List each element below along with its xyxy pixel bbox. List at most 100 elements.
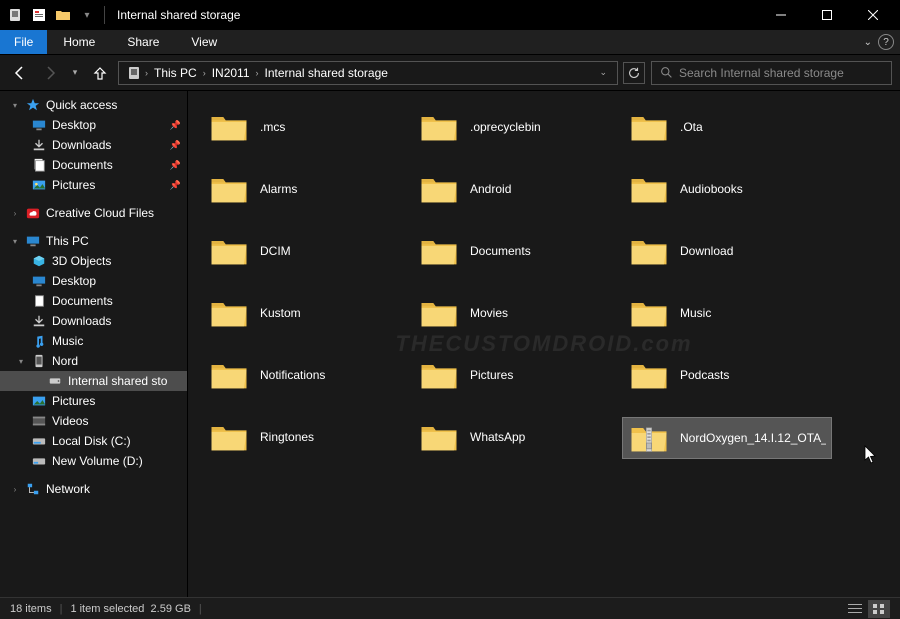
desktop-icon [30, 273, 48, 289]
item-label: .mcs [260, 120, 285, 135]
tab-share[interactable]: Share [111, 30, 175, 54]
documents-icon [30, 293, 48, 309]
folder-item[interactable]: Movies [412, 293, 622, 333]
sidebar-item-documents[interactable]: Documents📌 [0, 155, 187, 175]
sidebar-item-quick-access[interactable]: ▾Quick access [0, 95, 187, 115]
breadcrumb[interactable]: › This PC › IN2011 › Internal shared sto… [118, 61, 618, 85]
sidebar-item-documents-pc[interactable]: Documents [0, 291, 187, 311]
back-button[interactable] [8, 61, 32, 85]
sidebar-item-desktop-pc[interactable]: Desktop [0, 271, 187, 291]
sidebar-item-local-disk-c[interactable]: Local Disk (C:) [0, 431, 187, 451]
folder-item[interactable]: Documents [412, 231, 622, 271]
help-icon[interactable]: ? [878, 34, 894, 50]
item-label: .Ota [680, 120, 703, 135]
folder-icon [628, 295, 670, 331]
folder-icon [208, 171, 250, 207]
folder-item[interactable]: .oprecyclebin [412, 107, 622, 147]
folder-item[interactable]: Audiobooks [622, 169, 832, 209]
status-bar: 18 items | 1 item selected 2.59 GB | [0, 597, 900, 619]
tab-view[interactable]: View [175, 30, 233, 54]
sidebar-item-downloads[interactable]: Downloads📌 [0, 135, 187, 155]
pictures-icon [30, 177, 48, 193]
pin-icon: 📌 [170, 180, 181, 191]
breadcrumb-item[interactable]: IN2011 [208, 66, 254, 80]
tab-home[interactable]: Home [47, 30, 111, 54]
sidebar-item-desktop[interactable]: Desktop📌 [0, 115, 187, 135]
search-box[interactable] [651, 61, 892, 85]
search-input[interactable] [679, 66, 883, 80]
folder-item[interactable]: Ringtones [202, 417, 412, 457]
ribbon-tabs: File Home Share View ⌄ ? [0, 30, 900, 55]
ribbon-expand-icon[interactable]: ⌄ [864, 37, 872, 48]
item-label: Download [680, 244, 733, 259]
qat-dropdown-icon[interactable]: ▾ [76, 4, 98, 26]
item-label: Music [680, 306, 711, 321]
folder-item[interactable]: .mcs [202, 107, 412, 147]
sidebar-item-new-volume-d[interactable]: New Volume (D:) [0, 451, 187, 471]
close-button[interactable] [850, 0, 896, 30]
sidebar-item-3d-objects[interactable]: 3D Objects [0, 251, 187, 271]
file-list-pane[interactable]: THECUSTOMDROID.com .mcs.oprecyclebin.Ota… [188, 91, 900, 597]
chevron-right-icon[interactable]: › [145, 68, 148, 78]
sidebar-item-downloads-pc[interactable]: Downloads [0, 311, 187, 331]
recent-locations-button[interactable]: ▾ [68, 61, 82, 85]
breadcrumb-item[interactable]: Internal shared storage [261, 66, 392, 80]
item-label: Android [470, 182, 511, 197]
item-label: Ringtones [260, 430, 314, 445]
folder-item[interactable]: WhatsApp [412, 417, 622, 457]
sidebar-item-internal-storage[interactable]: Internal shared sto [0, 371, 187, 391]
item-label: Pictures [470, 368, 513, 383]
folder-item[interactable]: Download [622, 231, 832, 271]
sidebar-item-creative-cloud[interactable]: ›Creative Cloud Files [0, 203, 187, 223]
window-controls [758, 0, 896, 30]
folder-icon [418, 171, 460, 207]
chevron-right-icon[interactable]: › [256, 68, 259, 78]
item-label: Documents [470, 244, 531, 259]
folder-icon [418, 357, 460, 393]
item-label: Alarms [260, 182, 297, 197]
file-item[interactable]: NordOxygen_14.I.12_OTA_012_all_201221223… [622, 417, 832, 459]
folder-item[interactable]: Notifications [202, 355, 412, 395]
tab-file[interactable]: File [0, 30, 47, 54]
breadcrumb-item[interactable]: This PC [150, 66, 201, 80]
minimize-button[interactable] [758, 0, 804, 30]
sidebar-item-pictures-pc[interactable]: Pictures [0, 391, 187, 411]
properties-icon[interactable] [28, 4, 50, 26]
device-icon[interactable] [4, 4, 26, 26]
sidebar-item-videos[interactable]: Videos [0, 411, 187, 431]
folder-item[interactable]: Kustom [202, 293, 412, 333]
maximize-button[interactable] [804, 0, 850, 30]
folder-item[interactable]: DCIM [202, 231, 412, 271]
view-large-icons-button[interactable] [868, 600, 890, 618]
sidebar-item-nord[interactable]: ▾Nord [0, 351, 187, 371]
item-label: WhatsApp [470, 430, 525, 445]
this-pc-icon [24, 233, 42, 249]
sidebar-item-pictures[interactable]: Pictures📌 [0, 175, 187, 195]
view-details-button[interactable] [844, 600, 866, 618]
folder-icon [418, 295, 460, 331]
sidebar-item-network[interactable]: ›Network [0, 479, 187, 499]
folder-item[interactable]: Podcasts [622, 355, 832, 395]
item-label: Kustom [260, 306, 301, 321]
sidebar-item-music[interactable]: Music [0, 331, 187, 351]
3d-objects-icon [30, 253, 48, 269]
chevron-right-icon[interactable]: › [203, 68, 206, 78]
folder-item[interactable]: Pictures [412, 355, 622, 395]
disk-icon [30, 453, 48, 469]
folder-icon [418, 109, 460, 145]
refresh-button[interactable] [623, 62, 645, 84]
up-button[interactable] [88, 61, 112, 85]
folder-item[interactable]: Music [622, 293, 832, 333]
sidebar-item-this-pc[interactable]: ▾This PC [0, 231, 187, 251]
folder-item[interactable]: Alarms [202, 169, 412, 209]
folder-icon[interactable] [52, 4, 74, 26]
disk-icon [30, 433, 48, 449]
folder-item[interactable]: .Ota [622, 107, 832, 147]
forward-button[interactable] [38, 61, 62, 85]
folder-item[interactable]: Android [412, 169, 622, 209]
address-dropdown-icon[interactable]: ⌄ [595, 67, 611, 78]
desktop-icon [30, 117, 48, 133]
documents-icon [30, 157, 48, 173]
folder-icon [208, 419, 250, 455]
pin-icon: 📌 [170, 120, 181, 131]
